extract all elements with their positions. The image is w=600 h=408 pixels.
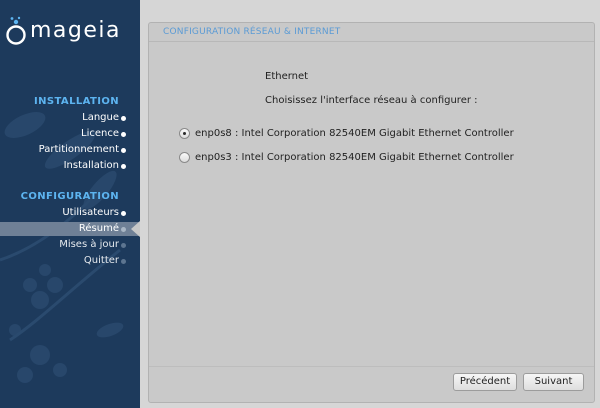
interface-prompt: Choisissez l'interface réseau à configur…: [265, 95, 478, 106]
sidebar-item-langue: Langue: [0, 111, 140, 125]
sidebar-item-label: Partitionnement: [38, 144, 119, 155]
mageia-cauldron-icon: [6, 16, 26, 45]
sidebar-item-label: Quitter: [83, 255, 119, 266]
section-title-installation: INSTALLATION: [34, 96, 119, 107]
interface-option-label[interactable]: enp0s3 : Intel Corporation 82540EM Gigab…: [195, 152, 514, 163]
radio-selected-icon[interactable]: [179, 127, 190, 139]
previous-button[interactable]: Précédent: [453, 373, 517, 391]
sidebar-item-utilisateurs: Utilisateurs: [0, 206, 140, 220]
page-title: CONFIGURATION RÉSEAU & INTERNET: [163, 27, 341, 37]
floral-background-art: [0, 112, 124, 383]
step-pending-dot-icon: [121, 259, 126, 264]
sidebar-item-partitionnement: Partitionnement: [0, 143, 140, 157]
section-title-configuration: CONFIGURATION: [20, 191, 119, 202]
mageia-logo: mageia: [4, 16, 121, 46]
sidebar-item-label: Utilisateurs: [62, 207, 119, 218]
sidebar-item-mises-a-jour: Mises à jour: [0, 238, 140, 252]
interface-type-label: Ethernet: [265, 71, 309, 82]
interface-option-label[interactable]: enp0s8 : Intel Corporation 82540EM Gigab…: [195, 128, 514, 139]
sidebar-item-label: Installation: [63, 160, 119, 171]
step-done-dot-icon: [121, 164, 126, 169]
main-panel: CONFIGURATION RÉSEAU & INTERNET Ethernet…: [148, 22, 595, 403]
step-done-dot-icon: [121, 211, 126, 216]
installer-sidebar: mageia INSTALLATION Langue Licence Parti…: [0, 0, 140, 408]
sidebar-item-label: Résumé: [78, 223, 119, 234]
current-step-pointer-icon: [131, 221, 140, 237]
step-done-dot-icon: [121, 116, 126, 121]
step-done-dot-icon: [121, 148, 126, 153]
interface-option-enp0s8[interactable]: enp0s8 : Intel Corporation 82540EM Gigab…: [179, 126, 514, 140]
sidebar-item-label: Mises à jour: [59, 239, 119, 250]
panel-header: CONFIGURATION RÉSEAU & INTERNET: [149, 23, 594, 42]
sidebar-item-licence: Licence: [0, 127, 140, 141]
radio-unselected-icon[interactable]: [179, 151, 190, 163]
sidebar-item-resume: Résumé: [0, 222, 140, 236]
mageia-logo-text: mageia: [30, 18, 122, 43]
sidebar-item-quitter: Quitter: [0, 254, 140, 268]
step-pending-dot-icon: [121, 243, 126, 248]
sidebar-item-installation: Installation: [0, 159, 140, 173]
interface-option-enp0s3[interactable]: enp0s3 : Intel Corporation 82540EM Gigab…: [179, 150, 514, 164]
sidebar-item-label: Licence: [81, 128, 119, 139]
footer-divider: [149, 366, 594, 367]
next-button[interactable]: Suivant: [523, 373, 584, 391]
sidebar-item-label: Langue: [82, 112, 119, 123]
step-current-dot-icon: [121, 227, 126, 232]
step-done-dot-icon: [121, 132, 126, 137]
